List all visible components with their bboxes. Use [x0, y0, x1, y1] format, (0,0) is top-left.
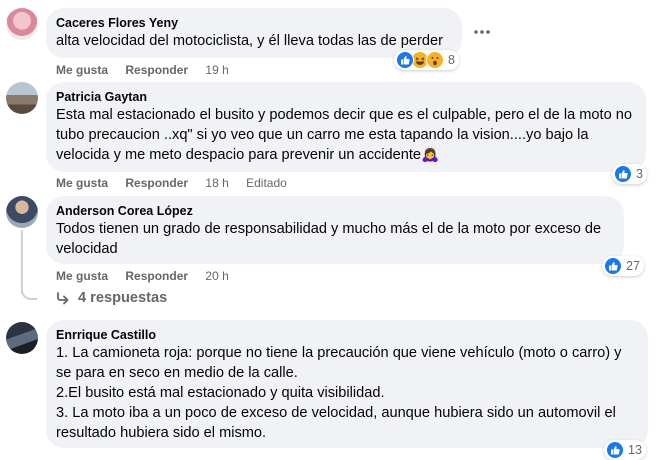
reaction-summary[interactable]: 13: [604, 440, 646, 460]
reaction-summary[interactable]: 3: [612, 164, 647, 184]
comment-timestamp[interactable]: 18 h: [205, 176, 228, 190]
comment-bubble: Patricia Gaytan Esta mal estacionado el …: [46, 82, 646, 172]
view-replies-button[interactable]: 4 respuestas: [56, 290, 167, 306]
reaction-count: 3: [636, 167, 643, 181]
wow-icon: [426, 51, 444, 69]
comment-text: Esta mal estacionado el busito y podemos…: [56, 107, 632, 163]
comment-text-line: 2.El busito está mal estacionado y quita…: [56, 385, 385, 401]
thread-curve: [21, 282, 37, 300]
comment-text-line: 1. La camioneta roja: porque no tiene la…: [56, 345, 622, 381]
comment-text: alta velocidad del motociclista, y él ll…: [56, 33, 443, 49]
like-icon: [604, 257, 622, 275]
comment-bubble: Anderson Corea López Todos tienen un gra…: [46, 196, 624, 264]
comment-actions: Me gusta Responder 19 h: [56, 62, 243, 78]
comment-author[interactable]: Patricia Gaytan: [56, 89, 634, 105]
replies-count-label[interactable]: 4 respuestas: [78, 290, 167, 306]
reply-button[interactable]: Responder: [125, 176, 188, 190]
comment-actions: Me gusta Responder 20 h: [56, 268, 243, 284]
comment-author[interactable]: Caceres Flores Yeny: [56, 15, 450, 31]
comment-timestamp[interactable]: 19 h: [205, 63, 228, 77]
reaction-summary[interactable]: 8: [394, 50, 459, 70]
reaction-count: 8: [448, 53, 455, 67]
like-icon: [614, 165, 632, 183]
comment-author[interactable]: Enrrique Castillo: [56, 327, 636, 343]
reaction-count: 13: [628, 443, 642, 457]
like-button[interactable]: Me gusta: [56, 63, 108, 77]
reaction-count: 27: [626, 259, 640, 273]
avatar[interactable]: [6, 322, 38, 354]
reply-arrow-icon: [57, 292, 69, 305]
like-button[interactable]: Me gusta: [56, 176, 108, 190]
more-options-icon[interactable]: [470, 22, 494, 42]
like-button[interactable]: Me gusta: [56, 269, 108, 283]
comment-author[interactable]: Anderson Corea López: [56, 203, 612, 219]
like-icon: [606, 441, 624, 459]
comment-text: Todos tienen un grado de responsabilidad…: [56, 221, 602, 257]
avatar[interactable]: [6, 82, 38, 114]
avatar[interactable]: [6, 8, 38, 40]
reply-button[interactable]: Responder: [125, 63, 188, 77]
reply-button[interactable]: Responder: [125, 269, 188, 283]
comment-text-line: 3. La moto iba a un poco de exceso de ve…: [56, 405, 616, 441]
comment-timestamp[interactable]: 20 h: [205, 269, 228, 283]
comment-actions: Me gusta Responder 18 h Editado: [56, 175, 301, 191]
reaction-summary[interactable]: 27: [602, 256, 644, 276]
comment-bubble: Enrrique Castillo 1. La camioneta roja: …: [46, 320, 648, 448]
avatar[interactable]: [6, 196, 38, 228]
like-icon: [396, 51, 414, 69]
edited-label[interactable]: Editado: [246, 176, 287, 190]
